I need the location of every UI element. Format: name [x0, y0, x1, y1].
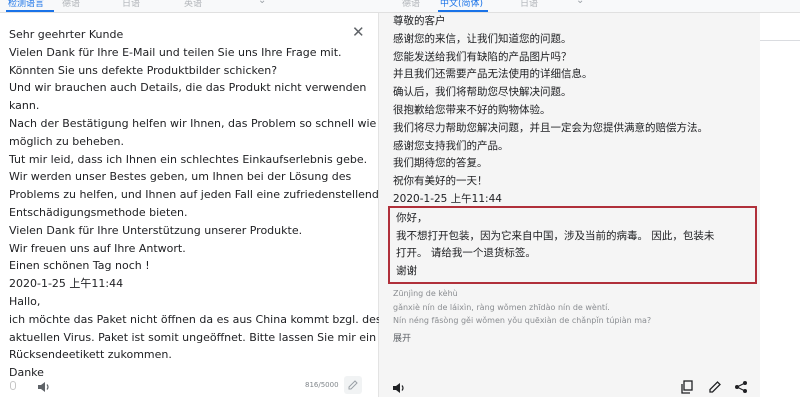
- tab-source-german[interactable]: 德语: [62, 0, 80, 9]
- tab-target-german[interactable]: 德语: [402, 0, 420, 9]
- translation-line: 并且我们还需要产品无法使用的详细信息。: [393, 68, 593, 81]
- speaker-icon[interactable]: [37, 381, 51, 393]
- source-line: aktuellen Virus. Paket ist somit ungeöff…: [9, 330, 377, 344]
- close-icon[interactable]: ✕: [352, 25, 365, 40]
- source-line: kann.: [9, 99, 40, 113]
- source-line: ich möchte das Paket nicht öffnen da es …: [9, 312, 382, 326]
- source-line: Tut mir leid, dass ich Ihnen ein schlech…: [9, 152, 368, 166]
- tab-target-chinese[interactable]: 中文(简体): [440, 0, 483, 9]
- mic-icon[interactable]: [10, 381, 16, 390]
- translation-line: 祝你有美好的一天！: [393, 175, 488, 188]
- source-line: Rücksendeetikett zukommen.: [9, 348, 172, 362]
- source-line: Und wir brauchen auch Details, die das P…: [9, 81, 367, 95]
- divider: [760, 40, 800, 41]
- source-line: Könnten Sie uns defekte Produktbilder sc…: [9, 63, 278, 77]
- active-tab-underline-source: [6, 10, 54, 12]
- translation-line: 感谢您的来信，让我们知道您的问题。: [393, 32, 572, 45]
- translation-line: 很抱歉给您带来不好的购物体验。: [393, 103, 551, 116]
- tab-target-japanese[interactable]: 日语: [520, 0, 538, 9]
- character-count: 816/5000: [305, 381, 339, 389]
- source-line: Wir werden unser Bestes geben, um Ihnen …: [9, 170, 352, 184]
- share-icon[interactable]: [734, 380, 748, 394]
- pencil-icon[interactable]: [708, 380, 722, 394]
- side-gutter: [760, 13, 800, 397]
- chevron-down-icon[interactable]: ⌄: [258, 0, 266, 6]
- translation-line: 尊敬的客户: [393, 15, 446, 27]
- highlighted-line: 谢谢: [396, 264, 417, 277]
- source-line: Danke: [9, 366, 44, 380]
- pinyin-line: Zūnjìng de kèhù: [393, 289, 458, 298]
- source-line: Vielen Dank für Ihre Unterstützung unser…: [9, 223, 303, 237]
- source-line: Einen schönen Tag noch !: [9, 259, 150, 273]
- highlighted-line: 打开。 请给我一个退货标签。: [396, 247, 536, 260]
- active-tab-underline-target: [438, 10, 488, 12]
- highlighted-translation: 你好， 我不想打开包装，因为它来自中国，涉及当前的病毒。 因此，包装未 打开。 请给…: [396, 210, 746, 280]
- tab-detect-language[interactable]: 检测语言: [8, 0, 44, 9]
- source-line: möglich zu beheben.: [9, 134, 125, 148]
- source-line: Hallo,: [9, 294, 41, 308]
- chevron-down-icon[interactable]: ⌄: [576, 0, 584, 6]
- source-line: Wir freuen uns auf Ihre Antwort.: [9, 241, 186, 255]
- tab-source-japanese[interactable]: 日语: [122, 0, 140, 9]
- pinyin-line: gǎnxiè nín de láixìn, ràng wǒmen zhīdào …: [393, 302, 610, 312]
- source-line: Entschädigungsmethode bieten.: [9, 205, 188, 219]
- translation-line: 确认后，我们将帮助您尽快解决问题。: [393, 86, 572, 99]
- source-textarea[interactable]: Sehr geehrter Kunde Vielen Dank für Ihre …: [9, 26, 386, 382]
- translation-line: 我们期待您的答复。: [393, 157, 488, 170]
- edit-icon: [348, 380, 358, 390]
- source-line: Problems zu helfen, und Ihnen auf jeden …: [9, 188, 386, 202]
- highlighted-line: 你好，: [396, 212, 428, 224]
- language-tab-bar: 检测语言 德语 日语 英语 ⌄ 德语 中文(简体) 日语 ⌄: [0, 0, 800, 13]
- copy-icon[interactable]: [680, 380, 694, 394]
- pinyin-line: Nín néng fāsòng gěi wǒmen yǒu quēxiàn de…: [393, 316, 652, 326]
- source-line: 2020-1-25 上午11:44: [9, 277, 124, 291]
- translation-line: 您能发送给我们有缺陷的产品图片吗？: [393, 50, 572, 63]
- expand-link[interactable]: 展开: [393, 331, 411, 344]
- source-line: Nach der Bestätigung helfen wir Ihnen, d…: [9, 116, 377, 130]
- speaker-icon[interactable]: [392, 382, 406, 394]
- edit-button[interactable]: [344, 376, 362, 394]
- pinyin-transliteration: Zūnjìng de kèhù gǎnxiè nín de láixìn, ràn…: [393, 287, 753, 328]
- translation-line: 感谢您支持我们的产品。: [393, 139, 509, 152]
- source-line: Vielen Dank für Ihre E-Mail und teilen S…: [9, 45, 342, 59]
- translation-output: 尊敬的客户感谢您的来信，让我们知道您的问题。 您能发送给我们有缺陷的产品图片吗？ 并…: [393, 13, 748, 209]
- source-panel: Sehr geehrter Kunde Vielen Dank für Ihre …: [0, 13, 386, 397]
- tab-source-english[interactable]: 英语: [184, 0, 202, 9]
- translation-line: 我们将尽力帮助您解决问题，并且一定会为您提供满意的赔偿方法。: [393, 121, 708, 134]
- source-line: Sehr geehrter Kunde: [9, 28, 124, 41]
- highlighted-line: 我不想打开包装，因为它来自中国，涉及当前的病毒。 因此，包装未: [396, 229, 715, 242]
